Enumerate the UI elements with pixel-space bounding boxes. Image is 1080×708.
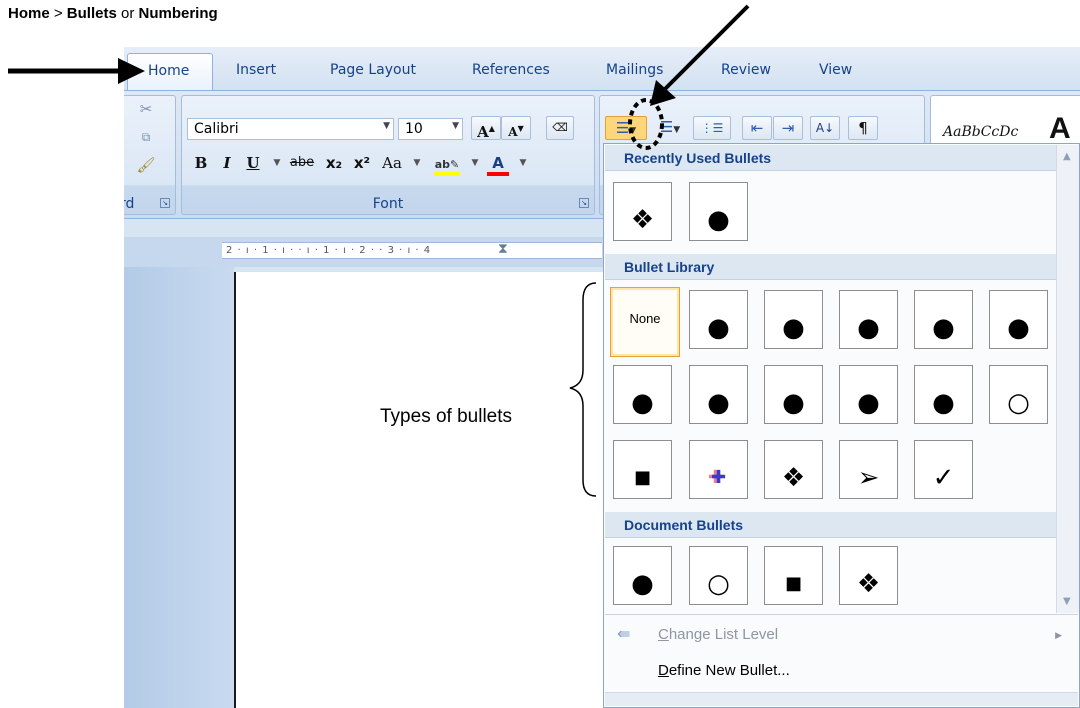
annotation-overlay [8, 4, 750, 497]
bullets-brace [569, 282, 597, 497]
bullets-highlight-ellipse [628, 98, 664, 150]
bullets-arrow-shaft [660, 4, 750, 94]
home-arrow-head-icon [118, 58, 145, 84]
